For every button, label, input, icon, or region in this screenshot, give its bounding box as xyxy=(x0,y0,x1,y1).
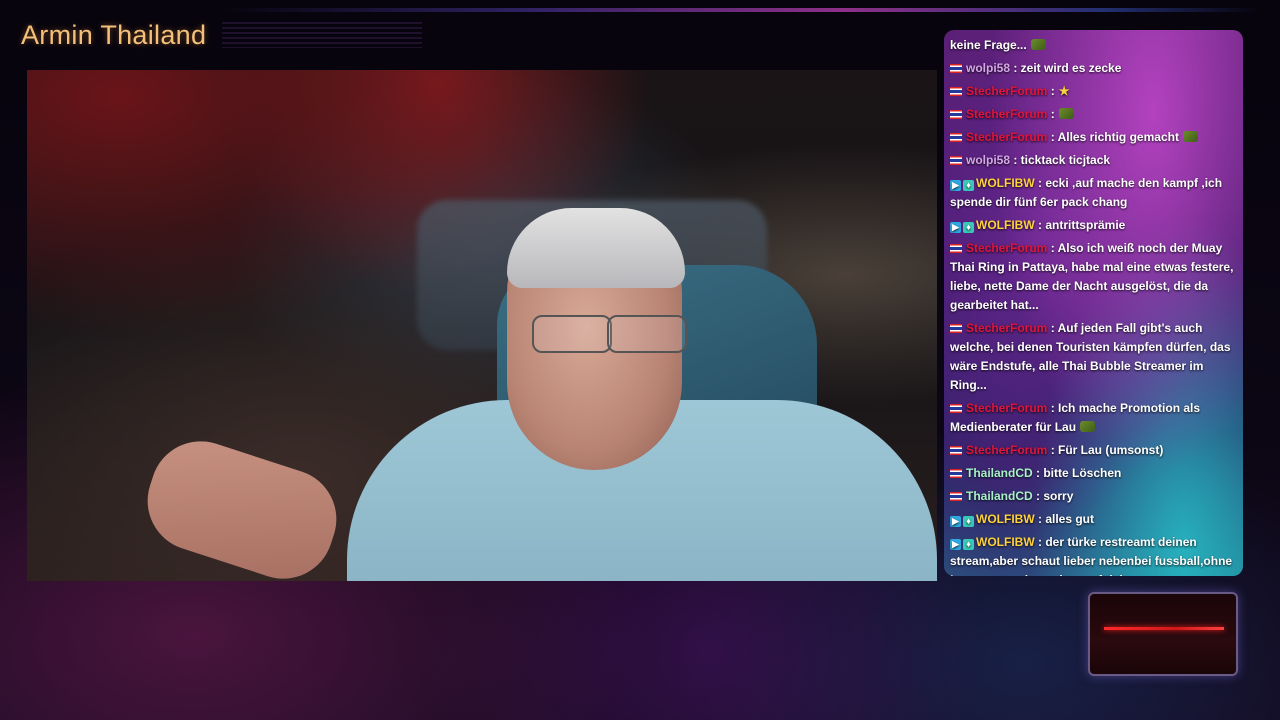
chat-message: StecherForum : Ich mache Promotion als M… xyxy=(950,399,1238,437)
thai-flag-icon xyxy=(950,110,962,119)
chat-text: : Alles richtig gemacht xyxy=(1050,130,1179,144)
stream-title: Armin Thailand xyxy=(21,20,207,50)
chat-emote-icon xyxy=(1030,39,1046,50)
gift-badge-icon: ♦ xyxy=(963,180,974,191)
chat-message: StecherForum : Auf jeden Fall gibt's auc… xyxy=(950,319,1238,395)
chat-username[interactable]: ThailandCD xyxy=(966,489,1036,503)
chat-text: keine Frage... xyxy=(950,38,1027,52)
chat-message: StecherForum : xyxy=(950,105,1238,124)
streamer-arm xyxy=(134,428,350,581)
streamer-glasses xyxy=(502,315,687,355)
title-decor-streak xyxy=(222,22,422,48)
thai-flag-icon xyxy=(950,492,962,501)
chat-message: ThailandCD : bitte Löschen xyxy=(950,464,1238,483)
gift-badge-icon: ♦ xyxy=(963,539,974,550)
gift-badge-icon: ♦ xyxy=(963,516,974,527)
chat-text: : xyxy=(1050,107,1055,121)
chat-username[interactable]: StecherForum xyxy=(966,107,1051,121)
chat-message: wolpi58 : zeit wird es zecke xyxy=(950,59,1238,78)
thai-flag-icon xyxy=(950,469,962,478)
top-decor-streak xyxy=(220,8,1260,12)
chat-username[interactable]: StecherForum xyxy=(966,443,1051,457)
chat-message: ▶ ♦ WOLFIBW : antrittsprämie xyxy=(950,216,1238,235)
chat-username[interactable]: StecherForum xyxy=(966,84,1051,98)
chat-message: ▶ ♦ WOLFIBW : ecki ,auf mache den kampf ,i… xyxy=(950,174,1238,212)
chat-username[interactable]: StecherForum xyxy=(966,401,1051,415)
streamer-hair xyxy=(507,208,685,288)
chat-username[interactable]: StecherForum xyxy=(966,130,1051,144)
chat-text: : bitte Löschen xyxy=(1036,466,1122,480)
chat-message: StecherForum : Also ich weiß noch der Mu… xyxy=(950,239,1238,315)
mini-preview-panel xyxy=(1088,592,1238,676)
chat-text: : sorry xyxy=(1036,489,1074,503)
chat-message: ▶ ♦ WOLFIBW : der türke restreamt deinen s… xyxy=(950,533,1238,576)
chat-username[interactable]: StecherForum xyxy=(966,321,1051,335)
chat-username[interactable]: wolpi58 xyxy=(966,153,1013,167)
subscriber-badge-icon: ▶ xyxy=(950,222,961,233)
chat-text: : antrittsprämie xyxy=(1037,218,1126,232)
chat-username[interactable]: WOLFIBW xyxy=(976,218,1038,232)
chat-text: : xyxy=(1050,84,1055,98)
chat-username[interactable]: WOLFIBW xyxy=(976,512,1038,526)
chat-message: StecherForum : Für Lau (umsonst) xyxy=(950,441,1238,460)
chat-username[interactable]: ThailandCD xyxy=(966,466,1036,480)
chat-message: StecherForum : Alles richtig gemacht xyxy=(950,128,1238,147)
thai-flag-icon xyxy=(950,244,962,253)
chat-emote-icon xyxy=(1080,421,1096,432)
chat-message: keine Frage... xyxy=(950,36,1238,55)
thai-flag-icon xyxy=(950,64,962,73)
chat-message: StecherForum : ★ xyxy=(950,82,1238,101)
chat-panel: keine Frage... wolpi58 : zeit wird es zec… xyxy=(944,30,1243,576)
thai-flag-icon xyxy=(950,156,962,165)
chat-text: : zeit wird es zecke xyxy=(1013,61,1122,75)
thai-flag-icon xyxy=(950,324,962,333)
chat-text: : alles gut xyxy=(1037,512,1094,526)
subscriber-badge-icon: ▶ xyxy=(950,539,961,550)
gift-badge-icon: ♦ xyxy=(963,222,974,233)
chat-username[interactable]: WOLFIBW xyxy=(976,176,1038,190)
chat-emote-icon xyxy=(1058,108,1074,119)
webcam-feed xyxy=(27,70,937,581)
subscriber-badge-icon: ▶ xyxy=(950,180,961,191)
thai-flag-icon xyxy=(950,404,962,413)
chat-username[interactable]: wolpi58 xyxy=(966,61,1013,75)
thai-flag-icon xyxy=(950,446,962,455)
thai-flag-icon xyxy=(950,87,962,96)
star-emote-icon: ★ xyxy=(1058,84,1070,98)
chat-message: ▶ ♦ WOLFIBW : alles gut xyxy=(950,510,1238,529)
thai-flag-icon xyxy=(950,133,962,142)
chat-text: : ticktack ticjtack xyxy=(1013,153,1111,167)
chat-username[interactable]: StecherForum xyxy=(966,241,1051,255)
chat-username[interactable]: WOLFIBW xyxy=(976,535,1038,549)
subscriber-badge-icon: ▶ xyxy=(950,516,961,527)
chat-emote-icon xyxy=(1182,131,1198,142)
chat-message: wolpi58 : ticktack ticjtack xyxy=(950,151,1238,170)
chat-text: : Für Lau (umsonst) xyxy=(1050,443,1164,457)
mini-preview-signal xyxy=(1104,627,1224,630)
chat-message: ThailandCD : sorry xyxy=(950,487,1238,506)
